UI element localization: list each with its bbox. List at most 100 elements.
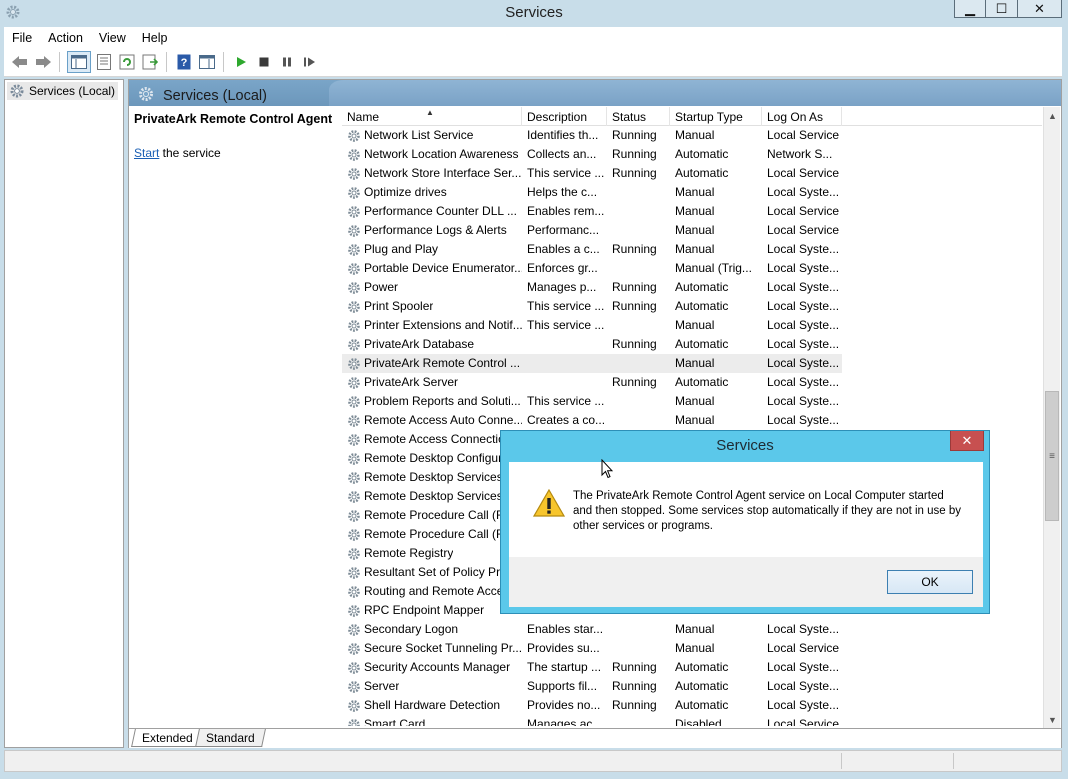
table-row[interactable]: Plug and Play Enables a c... Running Manual… xyxy=(342,240,1042,259)
title-bar: Services ▁ ☐ ✕ xyxy=(0,0,1068,26)
dialog-close-button[interactable]: ✕ xyxy=(950,431,984,451)
table-row[interactable]: Network Location Awareness Collects an...… xyxy=(342,145,1042,164)
table-row[interactable]: Shell Hardware Detection Provides no... Ru… xyxy=(342,696,1042,715)
table-row[interactable]: Power Manages p... Running Automatic Local S… xyxy=(342,278,1042,297)
table-row[interactable]: PrivateArk Remote Control ... Manual Local… xyxy=(342,354,842,373)
table-row[interactable]: Print Spooler This service ... Running Auto… xyxy=(342,297,1042,316)
minimize-button[interactable]: ▁ xyxy=(954,0,986,18)
table-row[interactable]: Secure Socket Tunneling Pr... Provides su… xyxy=(342,639,1042,658)
table-row[interactable]: Network List Service Identifies th... Runn… xyxy=(342,126,1042,145)
menu-help[interactable]: Help xyxy=(134,31,176,45)
cell-name: Power xyxy=(342,278,522,297)
table-row[interactable]: Server Supports fil... Running Automatic Loc… xyxy=(342,677,1042,696)
show-hide-console-tree-button[interactable] xyxy=(66,51,91,73)
table-row[interactable]: PrivateArk Database Running Automatic Local… xyxy=(342,335,1042,354)
table-row[interactable]: Performance Logs & Alerts Performanc... Ma… xyxy=(342,221,1042,240)
service-gear-icon xyxy=(348,623,360,636)
service-gear-icon xyxy=(348,395,360,408)
table-row[interactable]: Portable Device Enumerator... Enforces gr… xyxy=(342,259,1042,278)
menu-file[interactable]: File xyxy=(4,31,40,45)
refresh-button[interactable] xyxy=(117,52,137,72)
cell-name: Performance Counter DLL ... xyxy=(342,202,522,221)
sort-ascending-icon: ▲ xyxy=(426,108,434,117)
table-row[interactable]: Problem Reports and Soluti... This servic… xyxy=(342,392,1042,411)
cell-status: Running xyxy=(612,679,657,693)
cell-description: Manages ac... xyxy=(527,717,603,726)
services-gear-icon xyxy=(139,87,153,101)
cell-name: Problem Reports and Soluti... xyxy=(342,392,522,411)
forward-button[interactable] xyxy=(33,52,53,72)
action-pane-icon xyxy=(198,55,215,69)
cell-status: Running xyxy=(612,280,657,294)
cell-description: Enables star... xyxy=(527,622,604,636)
table-row[interactable]: Security Accounts Manager The startup ...… xyxy=(342,658,1042,677)
service-gear-icon xyxy=(348,129,360,142)
table-row[interactable]: Smart Card Manages ac... Disabled Local Ser… xyxy=(342,715,1042,726)
dialog-footer: OK xyxy=(509,557,983,607)
table-row[interactable]: Printer Extensions and Notif... This serv… xyxy=(342,316,1042,335)
column-header-name[interactable]: Name ▲ xyxy=(342,107,522,126)
scrollbar-thumb[interactable]: ≡ xyxy=(1045,391,1059,521)
export-list-button[interactable] xyxy=(140,52,160,72)
cell-startup-type: Manual xyxy=(675,128,715,142)
scroll-down-icon[interactable]: ▼ xyxy=(1044,711,1061,728)
cell-name: Remote Procedure Call (RI xyxy=(342,525,522,544)
menu-action[interactable]: Action xyxy=(40,31,91,45)
maximize-button[interactable]: ☐ xyxy=(986,0,1018,18)
table-row[interactable]: Remote Access Auto Conne... Creates a co.… xyxy=(342,411,1042,430)
tree-item-services-local[interactable]: Services (Local) xyxy=(7,82,119,100)
start-service-button[interactable] xyxy=(231,52,251,72)
back-button[interactable] xyxy=(10,52,30,72)
cell-log-on-as: Local Syste... xyxy=(767,413,840,427)
cell-status xyxy=(607,183,670,202)
tab-extended[interactable]: Extended xyxy=(131,729,204,747)
cell-name: Portable Device Enumerator... xyxy=(342,259,522,278)
cell-status: Running xyxy=(612,242,657,256)
restart-service-button[interactable] xyxy=(300,52,320,72)
cell-startup-type: Manual xyxy=(675,413,715,427)
cell-startup-type: Manual xyxy=(675,622,715,636)
service-gear-icon xyxy=(348,566,360,579)
column-header-status[interactable]: Status xyxy=(607,107,670,126)
cell-startup-type: Disabled xyxy=(675,717,722,726)
cell-description: Provides su... xyxy=(527,641,600,655)
table-row[interactable]: Optimize drives Helps the c... Manual Local… xyxy=(342,183,1042,202)
ok-button[interactable]: OK xyxy=(887,570,973,594)
table-row[interactable]: PrivateArk Server Running Automatic Local S… xyxy=(342,373,1042,392)
stop-service-button[interactable] xyxy=(254,52,274,72)
cell-startup-type: Manual (Trig... xyxy=(675,261,752,275)
cell-startup-type: Manual xyxy=(675,185,715,199)
vertical-scrollbar[interactable]: ▲ ≡ ▼ xyxy=(1043,107,1060,728)
cell-status: Running xyxy=(612,337,657,351)
cell-log-on-as: Local Service xyxy=(767,204,840,218)
help-icon: ? xyxy=(177,54,190,70)
cell-description: This service ... xyxy=(527,394,605,408)
menu-bar: File Action View Help xyxy=(4,27,1062,48)
start-service-link[interactable]: Start xyxy=(134,146,159,160)
column-header-startup-type[interactable]: Startup Type xyxy=(670,107,762,126)
toolbar-separator xyxy=(166,52,167,72)
properties-view-button[interactable] xyxy=(94,52,114,72)
window-title: Services xyxy=(505,4,563,21)
close-button[interactable]: ✕ xyxy=(1018,0,1062,18)
start-service-suffix: the service xyxy=(159,146,221,160)
table-row[interactable]: Performance Counter DLL ... Enables rem..… xyxy=(342,202,1042,221)
services-table: Name ▲ Description Status Startup Type Lo… xyxy=(342,107,1042,726)
help-button[interactable]: ? xyxy=(174,52,194,72)
cell-startup-type: Automatic xyxy=(675,698,729,712)
cell-status: Running xyxy=(612,698,657,712)
cell-startup-type: Automatic xyxy=(675,337,729,351)
column-header-description[interactable]: Description xyxy=(522,107,607,126)
tab-standard[interactable]: Standard xyxy=(195,729,266,747)
table-row[interactable]: Network Store Interface Ser... This servi… xyxy=(342,164,1042,183)
table-row[interactable]: Secondary Logon Enables star... Manual Loca… xyxy=(342,620,1042,639)
toolbar-separator xyxy=(59,52,60,72)
pause-service-button[interactable] xyxy=(277,52,297,72)
column-header-log-on-as[interactable]: Log On As xyxy=(762,107,842,126)
scroll-up-icon[interactable]: ▲ xyxy=(1044,107,1061,124)
toolbar-separator xyxy=(223,52,224,72)
action-pane-button[interactable] xyxy=(197,52,217,72)
menu-view[interactable]: View xyxy=(91,31,134,45)
console-tree-icon xyxy=(70,55,87,69)
tree-item-label: Services (Local) xyxy=(29,84,116,98)
